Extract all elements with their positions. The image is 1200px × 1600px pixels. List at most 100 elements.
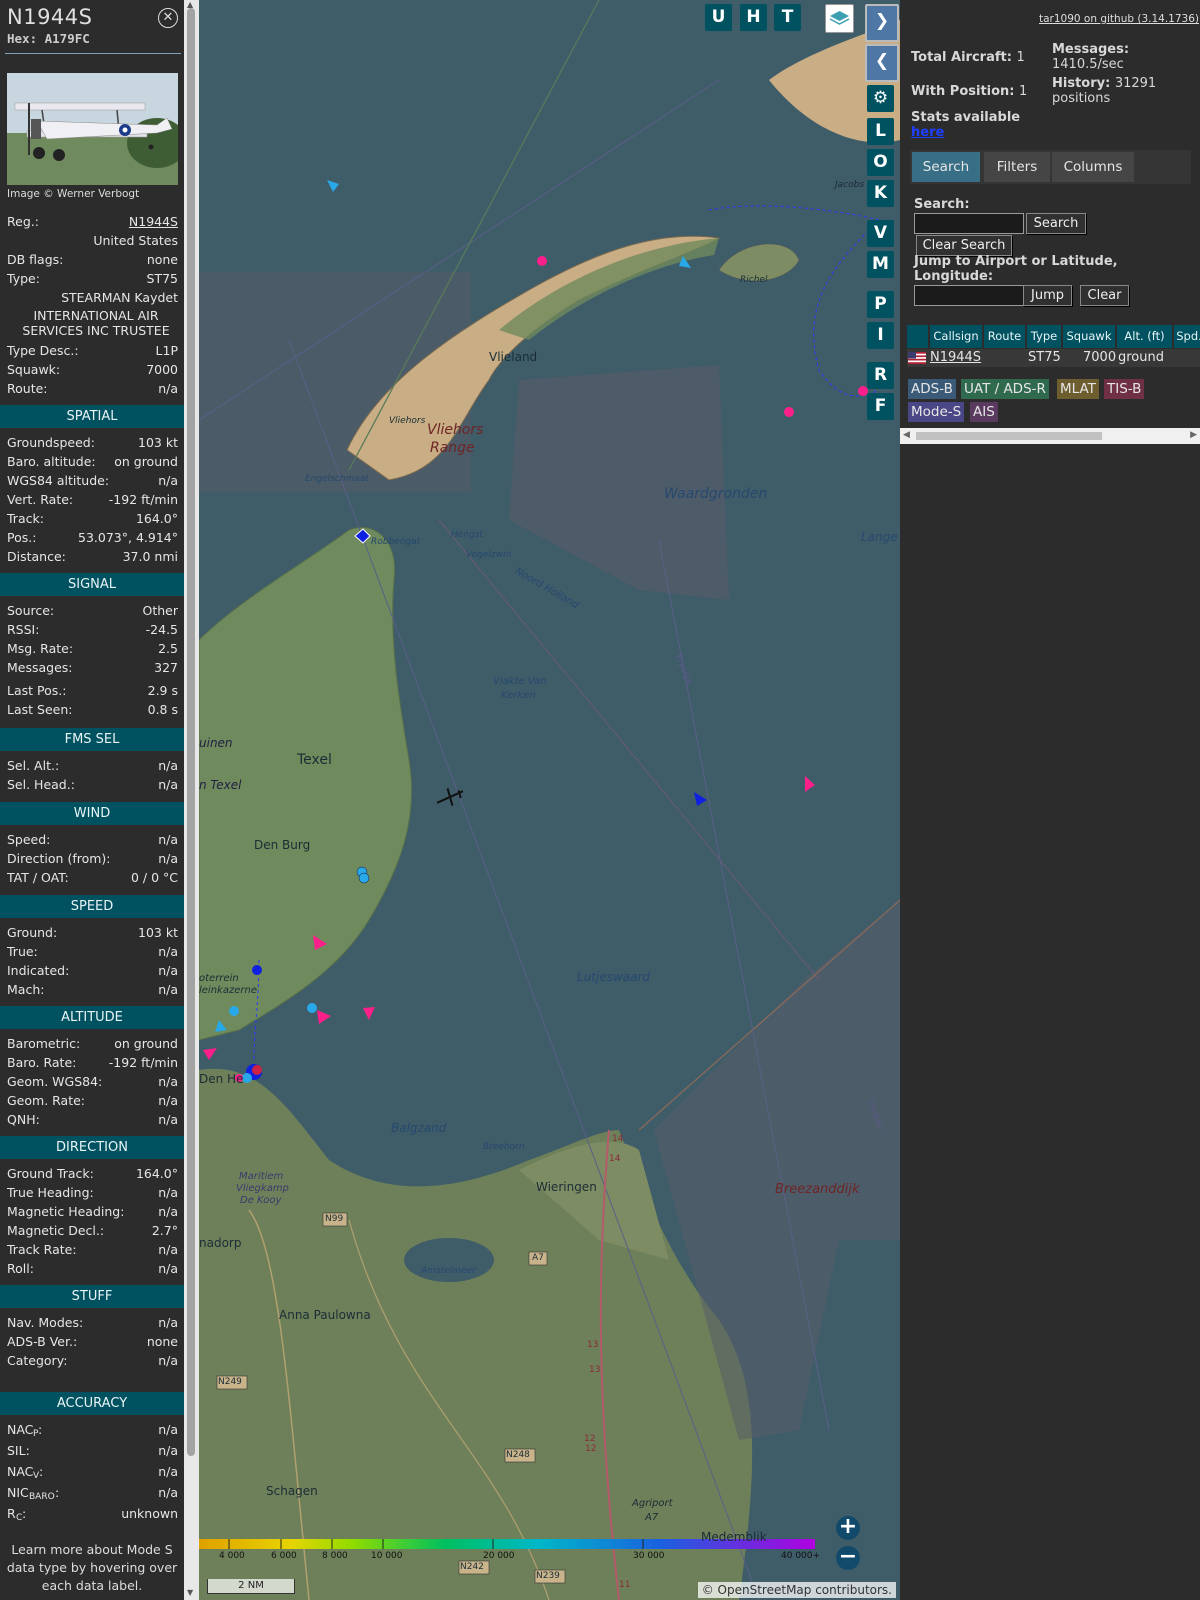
spatial-label[interactable]: Pos.: bbox=[7, 528, 36, 547]
scroll-down-icon[interactable]: ▼ bbox=[187, 1588, 193, 1597]
legend-ais[interactable]: AIS bbox=[970, 402, 998, 422]
clear-search-button[interactable]: Clear Search bbox=[916, 235, 1012, 256]
jump-button[interactable]: Jump bbox=[1023, 285, 1072, 306]
button-r[interactable]: R bbox=[867, 362, 894, 389]
table-header-alt[interactable]: Alt. (ft) bbox=[1117, 325, 1172, 348]
search-input[interactable] bbox=[914, 213, 1024, 234]
direction-label[interactable]: Roll: bbox=[7, 1259, 34, 1278]
altitude-label[interactable]: Baro. Rate: bbox=[7, 1053, 76, 1072]
speed-label[interactable]: True: bbox=[7, 942, 38, 961]
accuracy-label[interactable]: NAC bbox=[7, 1420, 33, 1439]
wind-label[interactable]: Direction (from): bbox=[7, 849, 111, 868]
stuff-label[interactable]: Nav. Modes: bbox=[7, 1313, 83, 1332]
map-canvas[interactable]: Vlieland Vliehors Vliehors Range Waardgr… bbox=[199, 0, 900, 1600]
wind-label[interactable]: TAT / OAT: bbox=[7, 868, 69, 887]
button-m[interactable]: M bbox=[867, 251, 894, 278]
table-header-spd[interactable]: Spd. bbox=[1174, 325, 1200, 348]
button-p[interactable]: P bbox=[867, 291, 894, 318]
altitude-label[interactable]: Barometric: bbox=[7, 1034, 80, 1053]
signal-label[interactable]: Last Seen: bbox=[7, 700, 72, 719]
fms-value: n/a bbox=[158, 758, 178, 773]
table-horizontal-scrollbar[interactable]: ◀ ▶ bbox=[900, 428, 1200, 444]
messages-label: Messages: bbox=[1052, 42, 1130, 57]
spatial-label[interactable]: Groundspeed: bbox=[7, 433, 95, 452]
table-header-squawk[interactable]: Squawk bbox=[1063, 325, 1115, 348]
signal-label[interactable]: Messages: bbox=[7, 658, 73, 677]
button-h[interactable]: H bbox=[740, 4, 767, 31]
map-attribution[interactable]: © OpenStreetMap contributors. bbox=[697, 1582, 896, 1598]
direction-label[interactable]: Track Rate: bbox=[7, 1240, 77, 1259]
direction-label[interactable]: Magnetic Decl.: bbox=[7, 1221, 104, 1240]
jump-input[interactable] bbox=[914, 285, 1024, 306]
signal-label[interactable]: Last Pos.: bbox=[7, 681, 66, 700]
chevron-left-icon[interactable]: ❮ bbox=[865, 44, 899, 82]
button-i[interactable]: I bbox=[867, 322, 894, 349]
chevron-right-icon[interactable]: ❯ bbox=[865, 4, 899, 42]
speed-label[interactable]: Mach: bbox=[7, 980, 44, 999]
accuracy-label[interactable]: NAC bbox=[7, 1462, 33, 1481]
tab-columns[interactable]: Columns bbox=[1052, 152, 1134, 182]
scrollbar-thumb[interactable] bbox=[187, 8, 195, 1456]
hscroll-thumb[interactable] bbox=[916, 432, 1102, 440]
scroll-right-icon[interactable]: ▶ bbox=[1190, 430, 1197, 440]
stats-link[interactable]: here bbox=[911, 125, 944, 140]
button-t[interactable]: T bbox=[774, 4, 801, 31]
spatial-label[interactable]: Distance: bbox=[7, 547, 66, 566]
button-k[interactable]: K bbox=[867, 180, 894, 207]
direction-label[interactable]: Magnetic Heading: bbox=[7, 1202, 124, 1221]
legend-adsb[interactable]: ADS-B bbox=[908, 379, 956, 399]
button-v[interactable]: V bbox=[867, 220, 894, 247]
legend-uat[interactable]: UAT / ADS-R bbox=[961, 379, 1049, 399]
search-button[interactable]: Search bbox=[1026, 213, 1086, 234]
fms-label[interactable]: Sel. Head.: bbox=[7, 775, 75, 794]
legend-modes[interactable]: Mode-S bbox=[908, 402, 965, 422]
altitude-label[interactable]: Geom. Rate: bbox=[7, 1091, 85, 1110]
spatial-label[interactable]: Track: bbox=[7, 509, 44, 528]
registration-link[interactable]: N1944S bbox=[129, 212, 178, 231]
accuracy-label[interactable]: NIC bbox=[7, 1483, 29, 1502]
scroll-left-icon[interactable]: ◀ bbox=[903, 430, 910, 440]
signal-label[interactable]: Source: bbox=[7, 601, 54, 620]
tab-filters[interactable]: Filters bbox=[984, 152, 1050, 182]
accuracy-label[interactable]: SIL: bbox=[7, 1441, 30, 1460]
button-l[interactable]: L bbox=[867, 118, 894, 145]
speed-label[interactable]: Ground: bbox=[7, 923, 57, 942]
direction-label[interactable]: Ground Track: bbox=[7, 1164, 94, 1183]
wind-label[interactable]: Speed: bbox=[7, 830, 50, 849]
button-o[interactable]: O bbox=[867, 149, 894, 176]
aircraft-photo[interactable] bbox=[7, 73, 178, 185]
row-callsign[interactable]: N1944S bbox=[930, 349, 981, 367]
spatial-label[interactable]: Baro. altitude: bbox=[7, 452, 96, 471]
legend-mlat[interactable]: MLAT bbox=[1057, 379, 1099, 399]
altitude-label[interactable]: Geom. WGS84: bbox=[7, 1072, 102, 1091]
clear-button[interactable]: Clear bbox=[1080, 285, 1129, 306]
accuracy-label[interactable]: R bbox=[7, 1504, 16, 1523]
stuff-label[interactable]: Category: bbox=[7, 1351, 67, 1370]
zoom-in-icon[interactable]: + bbox=[836, 1516, 860, 1540]
fms-label[interactable]: Sel. Alt.: bbox=[7, 756, 59, 775]
altitude-label[interactable]: QNH: bbox=[7, 1110, 40, 1129]
gear-icon[interactable]: ⚙ bbox=[867, 85, 894, 112]
map-label: Vogelzwin bbox=[466, 550, 512, 560]
stuff-label[interactable]: ADS-B Ver.: bbox=[7, 1332, 77, 1351]
speed-label[interactable]: Indicated: bbox=[7, 961, 69, 980]
table-header-type[interactable]: Type bbox=[1027, 325, 1061, 348]
tab-search[interactable]: Search bbox=[912, 152, 980, 182]
direction-label[interactable]: True Heading: bbox=[7, 1183, 94, 1202]
table-header-callsign[interactable]: Callsign bbox=[930, 325, 982, 348]
spatial-label[interactable]: WGS84 altitude: bbox=[7, 471, 109, 490]
table-header-route[interactable]: Route bbox=[984, 325, 1025, 348]
button-u[interactable]: U bbox=[705, 4, 732, 31]
history: History: 31291 bbox=[1052, 76, 1157, 91]
legend-tisb[interactable]: TIS-B bbox=[1104, 379, 1145, 399]
signal-label[interactable]: Msg. Rate: bbox=[7, 639, 73, 658]
close-icon[interactable]: ✕ bbox=[158, 8, 178, 28]
github-link[interactable]: tar1090 on github (3.14.1736) bbox=[1039, 13, 1199, 25]
map-label: nadorp bbox=[199, 1236, 242, 1250]
button-f[interactable]: F bbox=[867, 393, 894, 420]
info-panel-scrollbar[interactable]: ▲ ▼ bbox=[184, 0, 199, 1600]
spatial-label[interactable]: Vert. Rate: bbox=[7, 490, 73, 509]
signal-label[interactable]: RSSI: bbox=[7, 620, 39, 639]
layers-icon[interactable] bbox=[825, 4, 854, 33]
zoom-out-icon[interactable]: − bbox=[836, 1546, 860, 1570]
